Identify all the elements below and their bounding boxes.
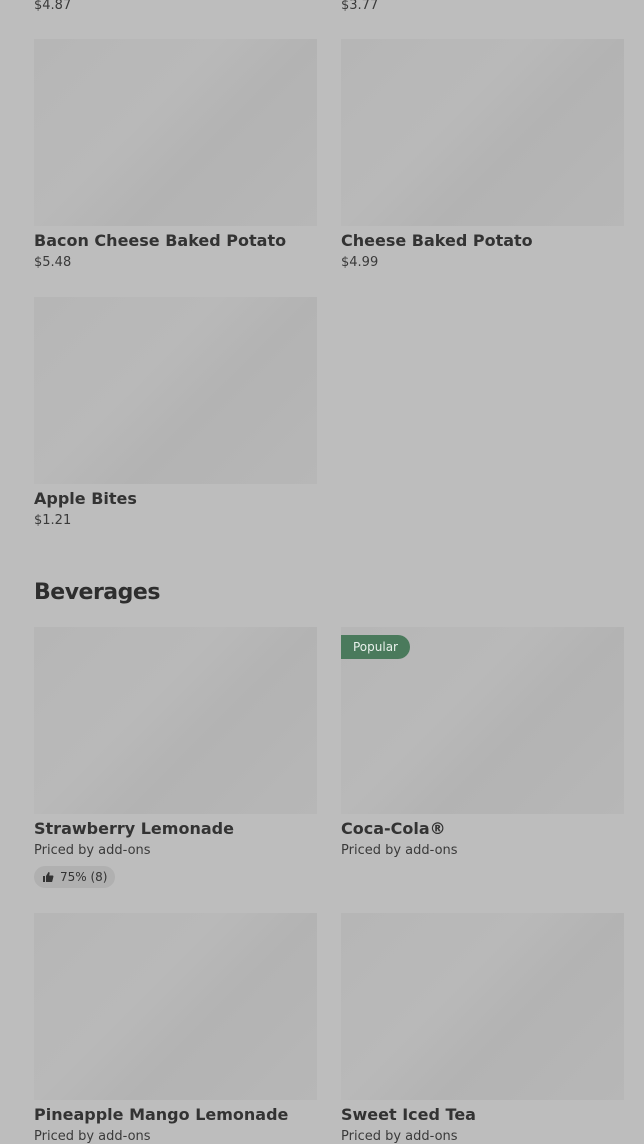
popular-badge: Popular (341, 635, 410, 659)
item-price-note: Priced by add-ons (34, 843, 151, 858)
item-name: Sweet Iced Tea (341, 1105, 476, 1124)
item-price-note: Priced by add-ons (341, 843, 458, 858)
item-image[interactable] (34, 627, 317, 814)
item-image[interactable] (34, 913, 317, 1100)
item-price: $5.48 (34, 255, 72, 270)
item-name: Strawberry Lemonade (34, 819, 234, 838)
item-name: Pineapple Mango Lemonade (34, 1105, 289, 1124)
item-price-note: Priced by add-ons (34, 1129, 151, 1144)
thumbs-up-icon (43, 872, 54, 882)
item-name: Cheese Baked Potato (341, 231, 533, 250)
section-heading-beverages: Beverages (34, 580, 160, 605)
item-image[interactable] (34, 297, 317, 484)
item-image[interactable] (341, 913, 624, 1100)
item-price: $1.21 (34, 513, 72, 528)
item-price: $3.77 (341, 0, 379, 13)
item-name: Bacon Cheese Baked Potato (34, 231, 287, 250)
rating-text: 75% (8) (60, 870, 108, 884)
item-name: Apple Bites (34, 489, 137, 508)
item-image[interactable] (34, 39, 317, 226)
item-image[interactable] (341, 39, 624, 226)
item-price: $4.99 (341, 255, 379, 270)
rating-badge: 75% (8) (34, 866, 116, 888)
item-price-note: Priced by add-ons (341, 1129, 458, 1144)
item-name: Coca-Cola® (341, 819, 446, 838)
item-price: $4.87 (34, 0, 72, 13)
